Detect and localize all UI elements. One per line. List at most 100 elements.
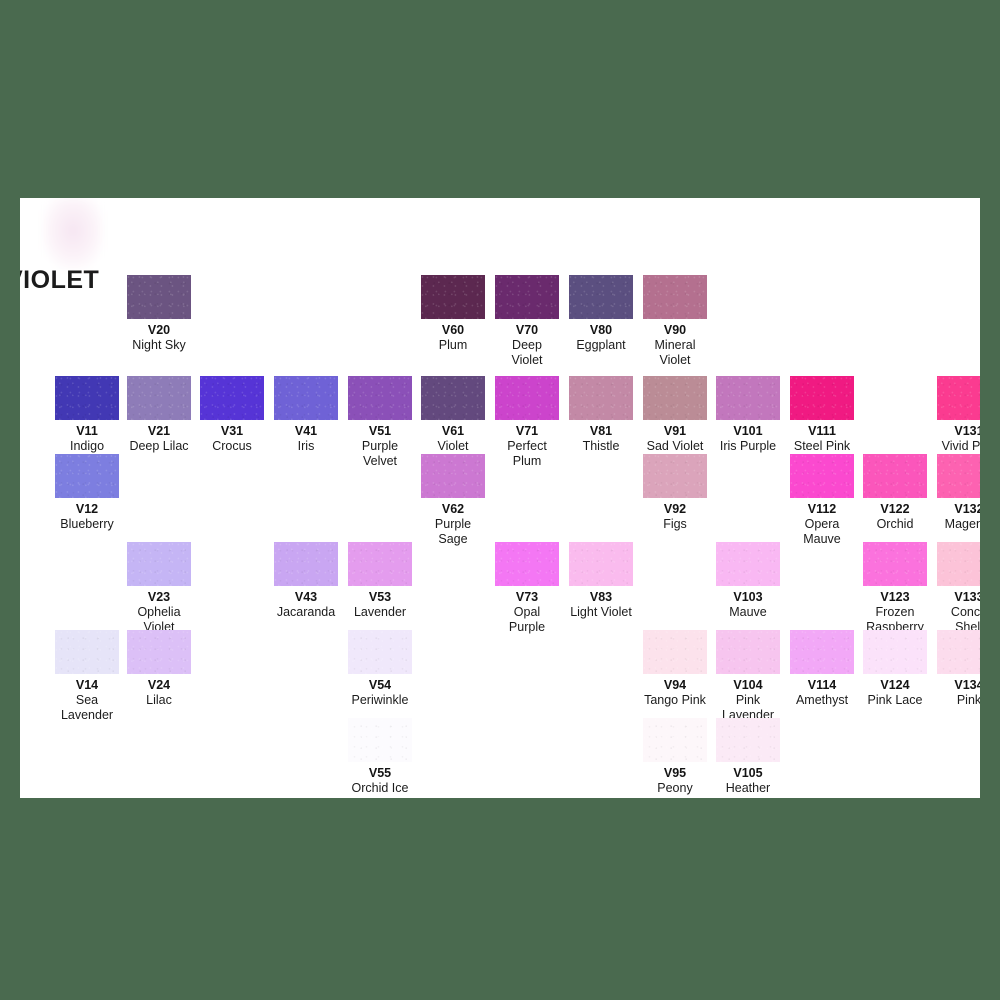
color-swatch-cell[interactable]: V70 Deep Violet [495, 275, 559, 367]
color-swatch-cell[interactable]: V51 Purple Velvet [348, 376, 412, 468]
color-swatch[interactable] [55, 376, 119, 420]
color-swatch[interactable] [790, 630, 854, 674]
swatch-name: Orchid [876, 516, 914, 531]
color-swatch-cell[interactable]: V103 Mauve [716, 542, 780, 620]
swatch-name: Sad Violet [646, 438, 704, 453]
color-swatch[interactable] [937, 542, 980, 586]
color-swatch-cell[interactable]: V134Pink [937, 630, 980, 708]
color-swatch-cell[interactable]: V71 Perfect Plum [495, 376, 559, 468]
color-swatch-cell[interactable]: V55 Orchid Ice [348, 718, 412, 796]
color-swatch[interactable] [55, 630, 119, 674]
color-swatch-cell[interactable]: V53 Lavender [348, 542, 412, 620]
color-swatch-cell[interactable]: V111 Steel Pink [790, 376, 854, 454]
color-swatch-cell[interactable]: V14 Sea Lavender [55, 630, 119, 722]
color-swatch[interactable] [863, 542, 927, 586]
color-swatch-cell[interactable]: V124 Pink Lace [863, 630, 927, 708]
color-swatch[interactable] [863, 630, 927, 674]
marker-texture-overlay [274, 542, 338, 586]
color-swatch[interactable] [200, 376, 264, 420]
color-swatch-cell[interactable]: V23 Ophelia Violet [127, 542, 191, 634]
color-swatch[interactable] [937, 630, 980, 674]
color-swatch[interactable] [643, 718, 707, 762]
color-swatch[interactable] [569, 376, 633, 420]
color-swatch-cell[interactable]: V122 Orchid [863, 454, 927, 532]
color-swatch[interactable] [127, 275, 191, 319]
color-swatch[interactable] [127, 630, 191, 674]
color-swatch[interactable] [348, 376, 412, 420]
color-swatch-cell[interactable]: V73 Opal Purple [495, 542, 559, 634]
color-swatch-cell[interactable]: V112 Opera Mauve [790, 454, 854, 546]
color-swatch-cell[interactable]: V91 Sad Violet [643, 376, 707, 454]
color-swatch-cell[interactable]: V61 Violet [421, 376, 485, 454]
color-swatch-cell[interactable]: V95 Peony [643, 718, 707, 796]
color-swatch[interactable] [937, 376, 980, 420]
swatch-code: V61 [441, 424, 465, 438]
color-swatch[interactable] [790, 376, 854, 420]
color-swatch-cell[interactable]: V83 Light Violet [569, 542, 633, 620]
color-swatch[interactable] [569, 542, 633, 586]
color-swatch[interactable] [790, 454, 854, 498]
color-swatch-cell[interactable]: V43 Jacaranda [274, 542, 338, 620]
swatch-code: V14 [75, 678, 99, 692]
marker-texture-overlay [863, 542, 927, 586]
color-swatch-cell[interactable]: V24 Lilac [127, 630, 191, 708]
color-swatch-cell[interactable]: V94 Tango Pink [643, 630, 707, 708]
color-swatch-cell[interactable]: V54 Periwinkle [348, 630, 412, 708]
color-swatch[interactable] [348, 630, 412, 674]
color-swatch[interactable] [716, 630, 780, 674]
swatch-label: V133Conch Shell [937, 590, 980, 634]
color-swatch-cell[interactable]: V80 Eggplant [569, 275, 633, 353]
color-swatch-cell[interactable]: V131Vivid Pink [937, 376, 980, 454]
color-swatch[interactable] [716, 718, 780, 762]
color-swatch-cell[interactable]: V62 Purple Sage [421, 454, 485, 546]
color-swatch-cell[interactable]: V105 Heather [716, 718, 780, 796]
color-swatch[interactable] [421, 454, 485, 498]
color-swatch-cell[interactable]: V133Conch Shell [937, 542, 980, 634]
swatch-code: V131 [954, 424, 980, 438]
color-swatch[interactable] [716, 376, 780, 420]
color-swatch-cell[interactable]: V12 Blueberry [55, 454, 119, 532]
color-swatch-cell[interactable]: V132Magenta [937, 454, 980, 532]
color-swatch[interactable] [643, 454, 707, 498]
color-swatch-cell[interactable]: V20 Night Sky [127, 275, 191, 353]
color-swatch[interactable] [495, 376, 559, 420]
color-swatch-cell[interactable]: V114 Amethyst [790, 630, 854, 708]
color-swatch[interactable] [421, 376, 485, 420]
marker-texture-overlay [55, 376, 119, 420]
color-swatch-cell[interactable]: V81 Thistle [569, 376, 633, 454]
color-swatch[interactable] [937, 454, 980, 498]
color-swatch[interactable] [274, 376, 338, 420]
color-swatch-cell[interactable]: V41 Iris [274, 376, 338, 454]
swatch-label: V14 Sea Lavender [55, 678, 119, 722]
color-swatch-cell[interactable]: V123 Frozen Raspberry [863, 542, 927, 634]
color-swatch[interactable] [127, 542, 191, 586]
color-swatch-cell[interactable]: V101 Iris Purple [716, 376, 780, 454]
color-swatch-cell[interactable]: V90 Mineral Violet [643, 275, 707, 367]
color-swatch-cell[interactable]: V21 Deep Lilac [127, 376, 191, 454]
color-swatch[interactable] [127, 376, 191, 420]
swatch-label: V112 Opera Mauve [790, 502, 854, 546]
color-swatch[interactable] [421, 275, 485, 319]
color-swatch-cell[interactable]: V92 Figs [643, 454, 707, 532]
color-swatch[interactable] [643, 376, 707, 420]
color-swatch[interactable] [348, 718, 412, 762]
color-swatch[interactable] [863, 454, 927, 498]
color-swatch[interactable] [643, 630, 707, 674]
color-swatch[interactable] [274, 542, 338, 586]
color-swatch[interactable] [569, 275, 633, 319]
color-swatch[interactable] [495, 542, 559, 586]
color-swatch[interactable] [643, 275, 707, 319]
color-swatch-cell[interactable]: V31 Crocus [200, 376, 264, 454]
swatch-name: Eggplant [576, 337, 626, 352]
swatch-label: V80 Eggplant [569, 323, 633, 353]
color-swatch-cell[interactable]: V60 Plum [421, 275, 485, 353]
color-swatch-cell[interactable]: V11 Indigo [55, 376, 119, 454]
color-swatch[interactable] [716, 542, 780, 586]
marker-texture-overlay [643, 275, 707, 319]
swatch-code: V83 [589, 590, 613, 604]
color-swatch[interactable] [55, 454, 119, 498]
color-swatch[interactable] [348, 542, 412, 586]
color-swatch[interactable] [495, 275, 559, 319]
swatch-code: V94 [663, 678, 687, 692]
color-swatch-cell[interactable]: V104 Pink Lavender [716, 630, 780, 722]
